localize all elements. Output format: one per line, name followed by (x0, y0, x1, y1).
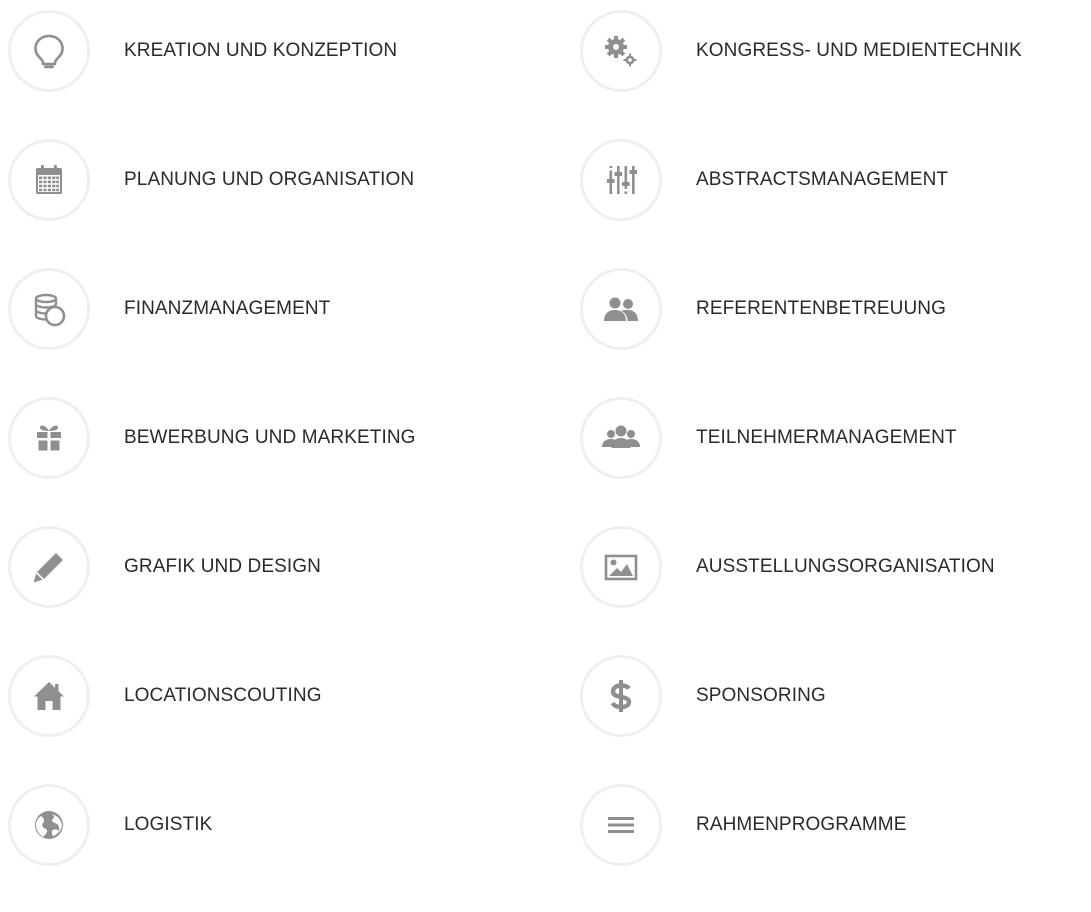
service-label: REFERENTENBETREUUNG (696, 298, 946, 319)
icon-circle (580, 397, 662, 479)
service-label: KREATION UND KONZEPTION (124, 40, 398, 61)
service-item-planung[interactable]: PLANUNG UND ORGANISATION (8, 138, 508, 222)
service-item-kongress[interactable]: KONGRESS- UND MEDIENTECHNIK (580, 9, 1080, 93)
service-item-referentenbetreuung[interactable]: REFERENTENBETREUUNG (580, 267, 1080, 351)
service-item-abstractsmanagement[interactable]: ABSTRACTSMANAGEMENT (580, 138, 1080, 222)
service-label: RAHMENPROGRAMME (696, 814, 907, 835)
calendar-icon (29, 160, 69, 200)
sliders-icon (601, 160, 641, 200)
globe-icon (29, 805, 69, 845)
service-item-kreation[interactable]: KREATION UND KONZEPTION (8, 9, 508, 93)
service-item-bewerbung[interactable]: BEWERBUNG UND MARKETING (8, 396, 508, 480)
services-grid: KREATION UND KONZEPTION PLANUNG UND ORGA… (0, 0, 1091, 866)
icon-circle (580, 655, 662, 737)
icon-circle (8, 655, 90, 737)
group-icon (601, 418, 641, 458)
gears-icon (601, 31, 641, 71)
dollar-icon (601, 676, 641, 716)
home-icon (29, 676, 69, 716)
service-label: PLANUNG UND ORGANISATION (124, 169, 415, 190)
pencil-icon (29, 547, 69, 587)
icon-circle (8, 139, 90, 221)
service-item-logistik[interactable]: LOGISTIK (8, 783, 508, 867)
service-item-teilnehmermanagement[interactable]: TEILNEHMERMANAGEMENT (580, 396, 1080, 480)
icon-circle (580, 139, 662, 221)
service-item-finanzmanagement[interactable]: FINANZMANAGEMENT (8, 267, 508, 351)
service-item-ausstellungsorganisation[interactable]: AUSSTELLUNGSORGANISATION (580, 525, 1080, 609)
service-item-locationscouting[interactable]: LOCATIONSCOUTING (8, 654, 508, 738)
lightbulb-icon (29, 31, 69, 71)
icon-circle (8, 10, 90, 92)
service-label: KONGRESS- UND MEDIENTECHNIK (696, 40, 1022, 61)
service-label: ABSTRACTSMANAGEMENT (696, 169, 949, 190)
users-icon (601, 289, 641, 329)
coins-icon (29, 289, 69, 329)
icon-circle (580, 10, 662, 92)
icon-circle (580, 268, 662, 350)
icon-circle (580, 784, 662, 866)
icon-circle (580, 526, 662, 608)
services-column-left: KREATION UND KONZEPTION PLANUNG UND ORGA… (8, 9, 508, 912)
icon-circle (8, 268, 90, 350)
service-label: AUSSTELLUNGSORGANISATION (696, 556, 995, 577)
service-label: LOCATIONSCOUTING (124, 685, 322, 706)
icon-circle (8, 526, 90, 608)
gift-icon (29, 418, 69, 458)
services-column-right: KONGRESS- UND MEDIENTECHNIK ABSTRACTSMAN… (580, 9, 1080, 912)
menu-lines-icon (601, 805, 641, 845)
service-label: FINANZMANAGEMENT (124, 298, 331, 319)
icon-circle (8, 784, 90, 866)
service-label: TEILNEHMERMANAGEMENT (696, 427, 957, 448)
service-item-sponsoring[interactable]: SPONSORING (580, 654, 1080, 738)
service-label: BEWERBUNG UND MARKETING (124, 427, 416, 448)
service-label: GRAFIK UND DESIGN (124, 556, 321, 577)
service-item-rahmenprogramme[interactable]: RAHMENPROGRAMME (580, 783, 1080, 867)
service-item-grafik[interactable]: GRAFIK UND DESIGN (8, 525, 508, 609)
picture-icon (601, 547, 641, 587)
service-label: SPONSORING (696, 685, 826, 706)
service-label: LOGISTIK (124, 814, 213, 835)
icon-circle (8, 397, 90, 479)
